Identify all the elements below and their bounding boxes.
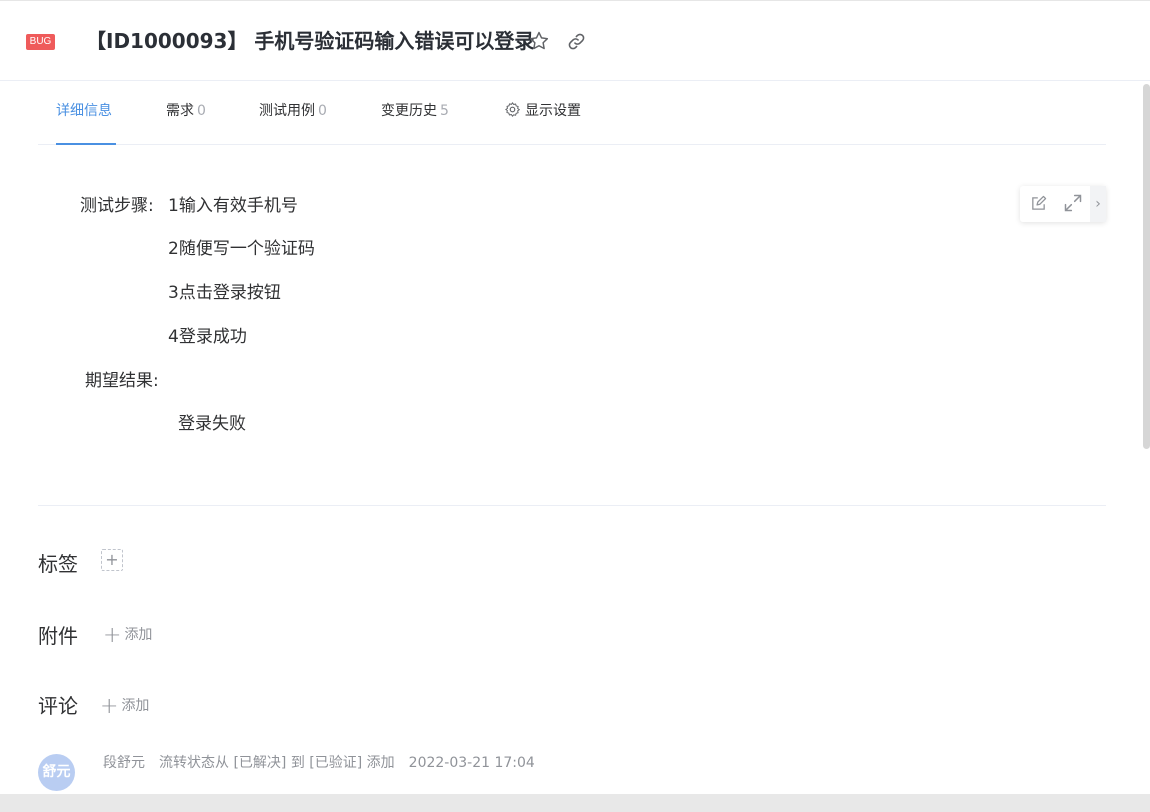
link-icon[interactable] — [567, 32, 586, 51]
plus-icon: + — [100, 694, 119, 719]
comments-label: 评论 — [38, 694, 78, 718]
tab-details[interactable]: 详细信息 — [56, 101, 112, 121]
tab-count: 5 — [440, 103, 449, 119]
test-step-4: 4登录成功 — [168, 327, 247, 347]
test-step-3: 3点击登录按钮 — [168, 283, 281, 303]
vertical-scrollbar[interactable] — [1143, 84, 1150, 449]
tab-count: 0 — [318, 103, 327, 119]
tab-count: 0 — [197, 103, 206, 119]
edit-icon[interactable] — [1030, 195, 1047, 212]
activity-action: 流转状态从 [已解决] 到 [已验证] 添加 — [159, 755, 395, 771]
attachments-label: 附件 — [38, 624, 78, 648]
star-icon[interactable] — [528, 30, 550, 52]
tab-display-settings[interactable]: 显示设置 — [504, 101, 581, 121]
chevron-right-icon[interactable]: › — [1090, 186, 1106, 222]
add-comment-button[interactable]: + 添加 — [100, 694, 150, 719]
tab-label: 详细信息 — [56, 103, 112, 119]
tab-label: 显示设置 — [525, 103, 581, 119]
activity-entry: 段舒元 流转状态从 [已解决] 到 [已验证] 添加 2022-03-21 17:0… — [103, 753, 549, 773]
expand-icon[interactable] — [1063, 193, 1083, 213]
tab-requirements[interactable]: 需求 0 — [166, 101, 206, 121]
tags-label: 标签 — [38, 552, 78, 576]
avatar: 舒元 — [38, 754, 75, 791]
tab-label: 需求 — [166, 103, 194, 119]
tab-test-cases[interactable]: 测试用例 0 — [259, 101, 327, 121]
activity-time: 2022-03-21 17:04 — [408, 755, 535, 771]
activity-user: 段舒元 — [103, 755, 145, 771]
bug-type-badge: BUG — [26, 34, 55, 50]
test-step-2: 2随便写一个验证码 — [168, 239, 315, 259]
add-attachment-label: 添加 — [124, 627, 153, 643]
expected-result-value: 登录失败 — [178, 414, 246, 434]
gear-icon — [505, 102, 520, 117]
issue-header: BUG 【ID1000093】 手机号验证码输入错误可以登录 — [0, 1, 1150, 81]
add-comment-label: 添加 — [121, 698, 150, 714]
plus-icon: + — [103, 623, 122, 648]
issue-title: 【ID1000093】 手机号验证码输入错误可以登录 — [86, 29, 535, 53]
active-tab-indicator — [56, 143, 116, 145]
detail-tabs: 详细信息 需求 0 测试用例 0 变更历史 5 显示设置 — [38, 82, 1106, 145]
tab-label: 变更历史 — [381, 103, 437, 119]
test-step-1: 1输入有效手机号 — [168, 196, 298, 216]
section-divider — [38, 505, 1106, 506]
tab-change-history[interactable]: 变更历史 5 — [381, 101, 449, 121]
add-attachment-button[interactable]: + 添加 — [103, 623, 153, 648]
add-tag-button[interactable]: + — [101, 549, 123, 571]
description-toolbar: › — [1020, 186, 1106, 222]
bottom-bar — [0, 794, 1150, 812]
test-steps-label: 测试步骤: — [80, 196, 154, 216]
tab-label: 测试用例 — [259, 103, 315, 119]
expected-result-label: 期望结果: — [85, 371, 159, 391]
